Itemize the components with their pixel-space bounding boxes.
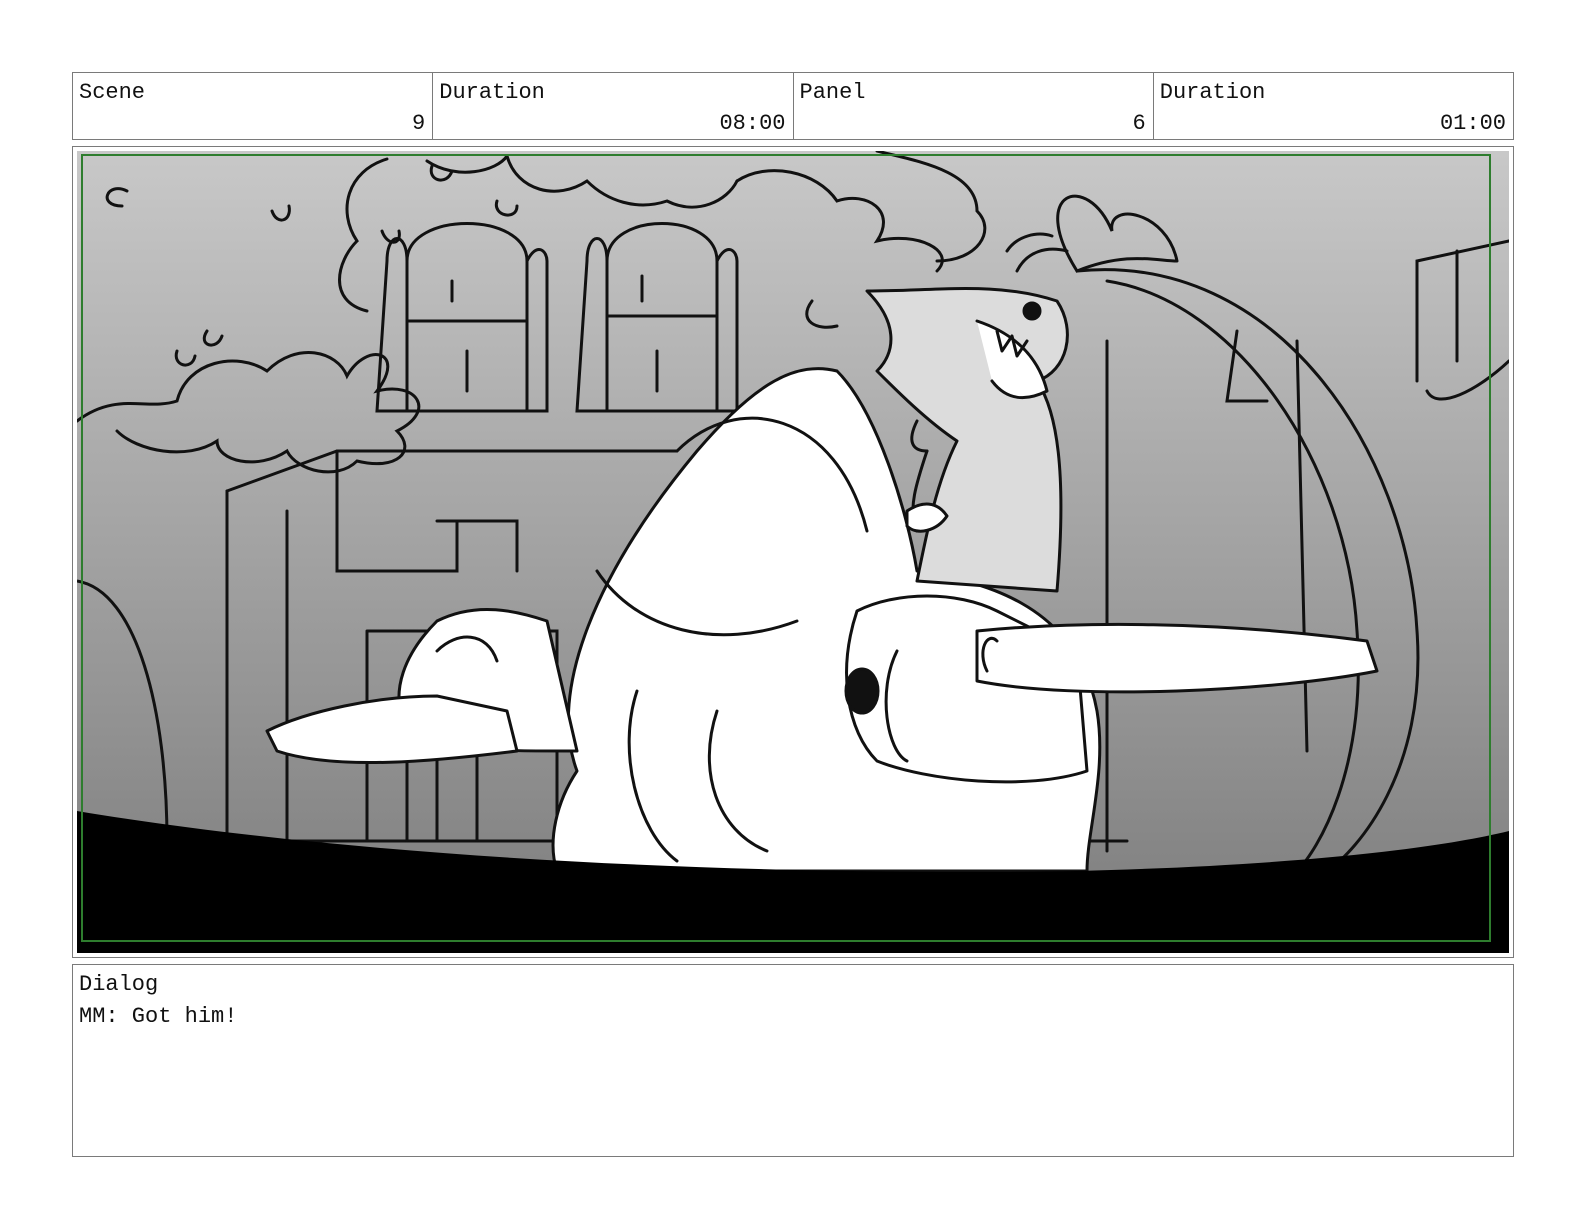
panel-duration-cell: Duration 01:00: [1154, 73, 1513, 139]
scene-cell: Scene 9: [73, 73, 434, 139]
panel-number: 6: [1132, 111, 1146, 136]
scene-duration-cell: Duration 08:00: [433, 73, 794, 139]
dialog-box: Dialog MM: Got him!: [72, 964, 1514, 1157]
scene-duration-value: 08:00: [719, 111, 786, 136]
panel-duration-value: 01:00: [1439, 111, 1506, 136]
scene-duration-label: Duration: [439, 80, 545, 105]
storyboard-panel: [72, 146, 1514, 958]
scene-label: Scene: [79, 80, 146, 105]
panel-header: Scene 9 Duration 08:00 Panel 6 Duration …: [72, 72, 1514, 140]
scene-number: 9: [412, 111, 426, 136]
panel-cell: Panel 6: [794, 73, 1154, 139]
dialog-label: Dialog: [79, 972, 159, 997]
panel-duration-label: Duration: [1159, 80, 1266, 105]
dialog-text: MM: Got him!: [79, 1004, 238, 1029]
panel-label: Panel: [799, 80, 866, 105]
storyboard-sketch: [77, 151, 1509, 953]
